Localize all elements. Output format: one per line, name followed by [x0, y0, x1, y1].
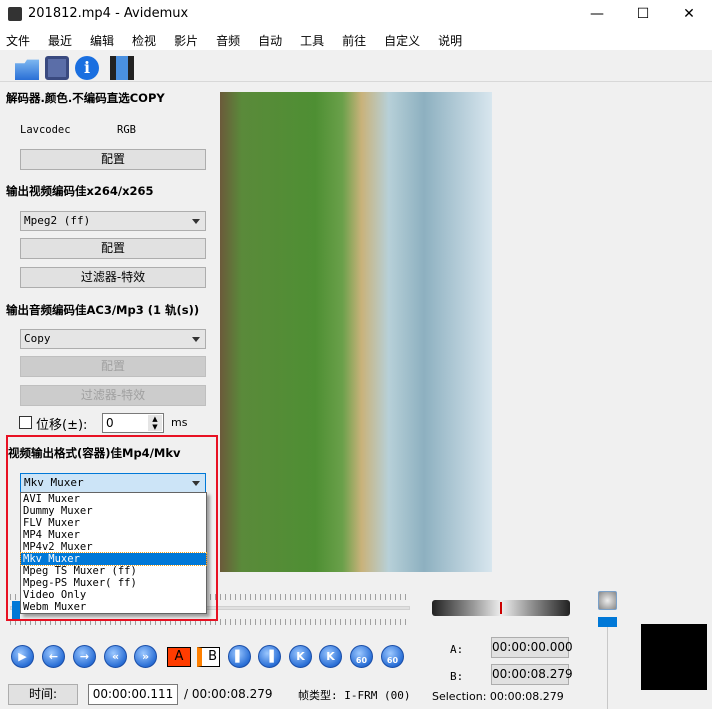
decoder-codec: Lavcodec [20, 124, 71, 136]
menu-help[interactable]: 说明 [432, 30, 468, 50]
muxer-option[interactable]: Mpeg TS Muxer (ff) [21, 565, 206, 577]
menu-file[interactable]: 文件 [0, 30, 36, 50]
video-codec-select[interactable]: Mpeg2 (ff) [20, 211, 206, 231]
goto-first-frame-icon[interactable]: K [289, 645, 312, 668]
audio-codec-value: Copy [24, 332, 51, 345]
video-codec-value: Mpeg2 (ff) [24, 214, 91, 227]
audio-shift-value: 0 [106, 416, 114, 430]
muxer-option[interactable]: AVI Muxer [21, 493, 206, 505]
marker-b-label: B: [450, 670, 464, 683]
menu-custom[interactable]: 自定义 [378, 30, 426, 50]
menu-audio[interactable]: 音频 [210, 30, 246, 50]
title-bar: 201812.mp4 - Avidemux — ☐ ✕ [0, 0, 712, 30]
marker-a-label: A: [450, 643, 464, 656]
decoder-heading: 解码器.颜色.不编码直选COPY [6, 91, 165, 105]
jog-indicator [500, 602, 502, 614]
previous-frame-icon[interactable]: ← [42, 645, 65, 668]
previous-keyframe-icon[interactable]: « [104, 645, 127, 668]
menu-recent[interactable]: 最近 [42, 30, 78, 50]
goto-last-frame-icon[interactable]: K [319, 645, 342, 668]
muxer-option[interactable]: FLV Muxer [21, 517, 206, 529]
muxer-heading: 视频输出格式(容器)佳Mp4/Mkv [8, 446, 181, 460]
chevron-down-icon [192, 219, 200, 224]
marker-a-value: 00:00:00.000 [491, 637, 573, 658]
current-time-input[interactable]: 00:00:00.111 [88, 684, 178, 705]
audio-shift-checkbox[interactable] [19, 416, 32, 429]
maximize-button[interactable]: ☐ [620, 0, 666, 30]
video-output-heading: 输出视频编码佳x264/x265 [6, 184, 154, 198]
volume-track [607, 620, 608, 709]
muxer-dropdown-list: AVI Muxer Dummy Muxer FLV Muxer MP4 Muxe… [20, 492, 207, 614]
chevron-down-icon [192, 337, 200, 342]
goto-marker-a-icon[interactable]: ▌ [228, 645, 251, 668]
video-preview [220, 92, 492, 572]
next-keyframe-icon[interactable]: » [134, 645, 157, 668]
audio-output-heading: 输出音频编码佳AC3/Mp3 (1 轨(s)) [6, 303, 200, 317]
menu-view[interactable]: 检视 [126, 30, 162, 50]
total-time: / 00:00:08.279 [184, 687, 273, 701]
muxer-value: Mkv Muxer [24, 476, 84, 489]
muxer-option[interactable]: Dummy Muxer [21, 505, 206, 517]
set-marker-a-button[interactable]: A [167, 647, 191, 667]
decoder-configure-button[interactable]: 配置 [20, 149, 206, 170]
video-filters-button[interactable]: 过滤器-特效 [20, 267, 206, 288]
set-marker-b-button[interactable]: B [197, 647, 220, 667]
audio-shift-label: 位移(±): [36, 418, 88, 433]
muxer-option[interactable]: Mpeg-PS Muxer( ff) [21, 577, 206, 589]
menu-go[interactable]: 前往 [336, 30, 372, 50]
muxer-select[interactable]: Mkv Muxer [20, 473, 206, 493]
back-60-icon[interactable]: 60 [350, 645, 373, 668]
audio-shift-input[interactable]: 0 ▲ ▼ [102, 413, 164, 433]
marker-b-value: 00:00:08.279 [491, 664, 573, 685]
audio-shift-unit: ms [171, 416, 188, 429]
audio-configure-button[interactable]: 配置 [20, 356, 206, 377]
frame-type: 帧类型: I-FRM (00) [298, 689, 411, 702]
minimize-button[interactable]: — [574, 0, 620, 30]
video-configure-button[interactable]: 配置 [20, 238, 206, 259]
selection-duration: Selection: 00:00:08.279 [432, 690, 564, 703]
info-icon[interactable]: i [75, 56, 99, 80]
next-frame-icon[interactable]: → [73, 645, 96, 668]
close-button[interactable]: ✕ [666, 0, 712, 30]
menu-auto[interactable]: 自动 [252, 30, 288, 50]
time-button[interactable]: 时间: [8, 684, 78, 705]
muxer-option[interactable]: MP4v2 Muxer [21, 541, 206, 553]
chevron-down-icon [192, 481, 200, 486]
muxer-option-selected[interactable]: Mkv Muxer [20, 552, 207, 566]
menu-tools[interactable]: 工具 [294, 30, 330, 50]
save-icon[interactable] [45, 56, 69, 80]
forward-60-icon[interactable]: 60 [381, 645, 404, 668]
audio-meter [641, 624, 707, 690]
play-icon[interactable]: ▶ [11, 645, 34, 668]
menu-bar: 文件 最近 编辑 检视 影片 音频 自动 工具 前往 自定义 说明 [0, 30, 712, 50]
window-title: 201812.mp4 - Avidemux [28, 6, 189, 21]
muxer-option[interactable]: Webm Muxer [21, 601, 206, 613]
menu-edit[interactable]: 编辑 [84, 30, 120, 50]
decoder-color: RGB [117, 124, 136, 136]
toolbar [0, 52, 712, 82]
audio-filters-button[interactable]: 过滤器-特效 [20, 385, 206, 406]
menu-video[interactable]: 影片 [168, 30, 204, 50]
spin-arrows-icon[interactable]: ▲ ▼ [148, 415, 162, 431]
muxer-option[interactable]: MP4 Muxer [21, 529, 206, 541]
muxer-option[interactable]: Video Only [21, 589, 206, 601]
speaker-icon[interactable] [598, 591, 617, 610]
app-icon [8, 7, 22, 21]
audio-codec-select[interactable]: Copy [20, 329, 206, 349]
volume-slider-thumb[interactable] [598, 617, 617, 627]
goto-marker-b-icon[interactable]: ▐ [258, 645, 281, 668]
filter-icon[interactable] [110, 56, 134, 80]
